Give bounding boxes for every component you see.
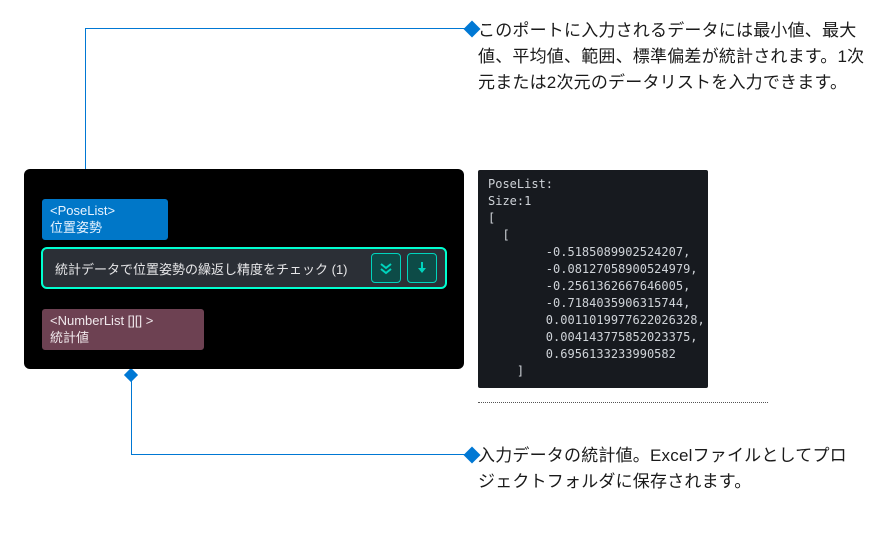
connector-line — [85, 28, 86, 190]
data-preview-panel: PoseList: Size:1 [ [ -0.5185089902524207… — [478, 170, 708, 388]
preview-value: 0.0011019977622026328, — [488, 313, 705, 327]
port-name-label: 統計値 — [50, 329, 196, 346]
preview-size: Size:1 — [488, 194, 531, 208]
preview-bracket: ] — [488, 364, 524, 378]
connector-line — [85, 28, 472, 29]
annotation-anchor-icon — [124, 368, 138, 382]
connector-line — [131, 454, 472, 455]
preview-value: 0.6956133233990582 — [488, 347, 676, 361]
preview-value: -0.7184035906315744, — [488, 296, 690, 310]
preview-value: -0.2561362667646005, — [488, 279, 690, 293]
port-type-label: <PoseList> — [50, 202, 160, 219]
download-button[interactable] — [407, 253, 437, 283]
expand-button[interactable] — [371, 253, 401, 283]
preview-header: PoseList: — [488, 177, 553, 191]
node-panel: <PoseList> 位置姿勢 統計データで位置姿勢の繰返し精度をチェック (1… — [24, 169, 464, 369]
preview-bracket: [ — [488, 228, 510, 242]
download-icon — [414, 260, 430, 276]
divider — [478, 402, 768, 403]
preview-value: -0.08127058900524979, — [488, 262, 698, 276]
input-port-poselist[interactable]: <PoseList> 位置姿勢 — [41, 198, 169, 241]
annotation-text-output-port: 入力データの統計値。Excelファイルとしてプロジェクトフォルダに保存されます。 — [478, 443, 848, 495]
preview-bracket: [ — [488, 211, 495, 225]
port-type-label: <NumberList [][] > — [50, 312, 196, 329]
output-port-numberlist[interactable]: <NumberList [][] > 統計値 — [41, 308, 205, 351]
port-name-label: 位置姿勢 — [50, 219, 160, 236]
chevron-double-down-icon — [378, 260, 394, 276]
preview-value: -0.5185089902524207, — [488, 245, 690, 259]
preview-value: 0.004143775852023375, — [488, 330, 698, 344]
annotation-text-input-port: このポートに入力されるデータには最小値、最大値、平均値、範囲、標準偏差が統計され… — [478, 18, 868, 96]
node-title-bar[interactable]: 統計データで位置姿勢の繰返し精度をチェック (1) — [41, 247, 447, 289]
node-title: 統計データで位置姿勢の繰返し精度をチェック (1) — [55, 259, 365, 278]
connector-line — [131, 375, 132, 455]
